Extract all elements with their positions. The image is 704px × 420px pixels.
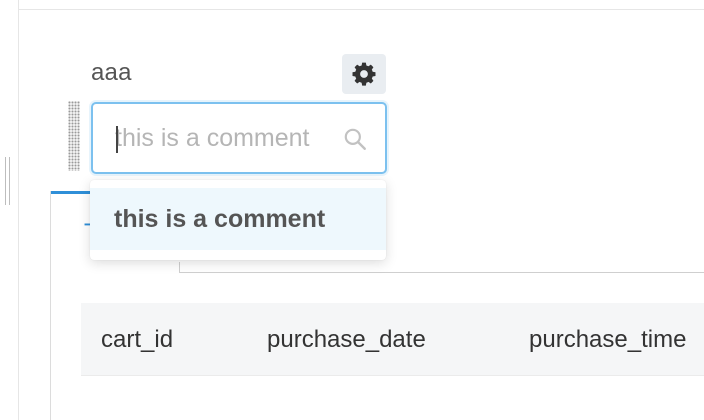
column-header-purchase-date[interactable]: purchase_date [267, 326, 426, 354]
dropdown-option[interactable]: this is a comment [90, 188, 386, 250]
table-header-row: cart_id purchase_date purchase_time [81, 303, 704, 376]
filter-suggestions-dropdown: this is a comment [90, 180, 386, 260]
tab-content-frame [179, 262, 704, 273]
column-header-cart-id[interactable]: cart_id [101, 326, 173, 354]
resize-grip-icon[interactable] [5, 157, 11, 205]
search-icon [344, 128, 366, 150]
filter-label: aaa [91, 59, 132, 86]
column-header-purchase-time[interactable]: purchase_time [529, 326, 686, 354]
active-tab-indicator [50, 191, 92, 194]
drag-handle-icon[interactable] [68, 101, 80, 171]
left-divider [18, 0, 19, 420]
filter-search-input[interactable] [115, 118, 333, 158]
top-divider [18, 9, 704, 10]
filter-search-field[interactable] [91, 102, 387, 174]
panel-border [50, 191, 51, 420]
filter-settings-button[interactable] [342, 54, 386, 94]
text-caret [116, 126, 118, 153]
gear-icon [352, 62, 376, 86]
